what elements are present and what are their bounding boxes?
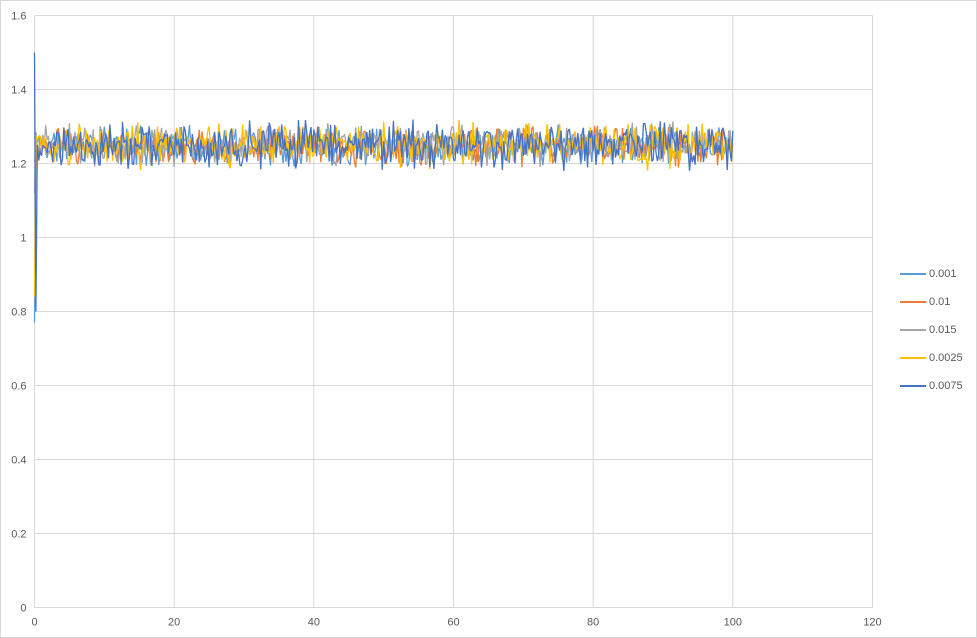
legend-label: 0.0025: [929, 351, 963, 364]
legend-label: 0.015: [929, 323, 957, 336]
legend-line-swatch: [900, 328, 926, 331]
legend-label: 0.0075: [929, 379, 963, 392]
legend-line-swatch: [900, 300, 926, 303]
legend-item-0.001[interactable]: 0.001: [900, 267, 963, 280]
legend-line-swatch: [900, 272, 926, 275]
y-axis-tick-label: 1: [20, 233, 26, 245]
y-axis-tick-label: 0.4: [11, 455, 26, 467]
x-axis-tick-label: 120: [863, 617, 881, 629]
plot-svg: 0 0.2 0.4 0.6 0.8 1 1.2 1.4 1.6 0 20 40 60 80 100 120: [11, 11, 881, 629]
legend-item-0.0025[interactable]: 0.0025: [900, 351, 963, 364]
legend-line-swatch: [900, 356, 926, 359]
y-axis-tick-label: 1.6: [11, 11, 26, 23]
x-axis-tick-label: 60: [447, 617, 459, 629]
legend-label: 0.001: [929, 267, 957, 280]
x-axis-tick-label: 20: [168, 617, 180, 629]
legend-item-0.0075[interactable]: 0.0075: [900, 379, 963, 392]
x-axis-tick-label: 40: [308, 617, 320, 629]
y-axis-tick-label: 0.8: [11, 307, 26, 319]
y-axis-tick-label: 1.4: [11, 85, 26, 97]
y-axis-tick-label: 0.2: [11, 529, 26, 541]
legend: 0.001 0.01 0.015 0.0025 0.0075: [900, 267, 963, 392]
chart-area[interactable]: 0 0.2 0.4 0.6 0.8 1 1.2 1.4 1.6 0 20 40 60 80 100 120 0…: [0, 0, 977, 638]
y-axis-tick-label: 0: [20, 603, 26, 615]
legend-item-0.01[interactable]: 0.01: [900, 295, 963, 308]
legend-line-swatch: [900, 384, 926, 387]
y-axis-tick-label: 0.6: [11, 381, 26, 393]
legend-item-0.015[interactable]: 0.015: [900, 323, 963, 336]
series-line-0.0075[interactable]: [33, 52, 734, 312]
y-axis-tick-label: 1.2: [11, 159, 26, 171]
legend-label: 0.01: [929, 295, 951, 308]
x-axis-tick-label: 80: [587, 617, 599, 629]
x-axis-tick-label: 0: [31, 617, 37, 629]
x-axis-tick-label: 100: [724, 617, 742, 629]
